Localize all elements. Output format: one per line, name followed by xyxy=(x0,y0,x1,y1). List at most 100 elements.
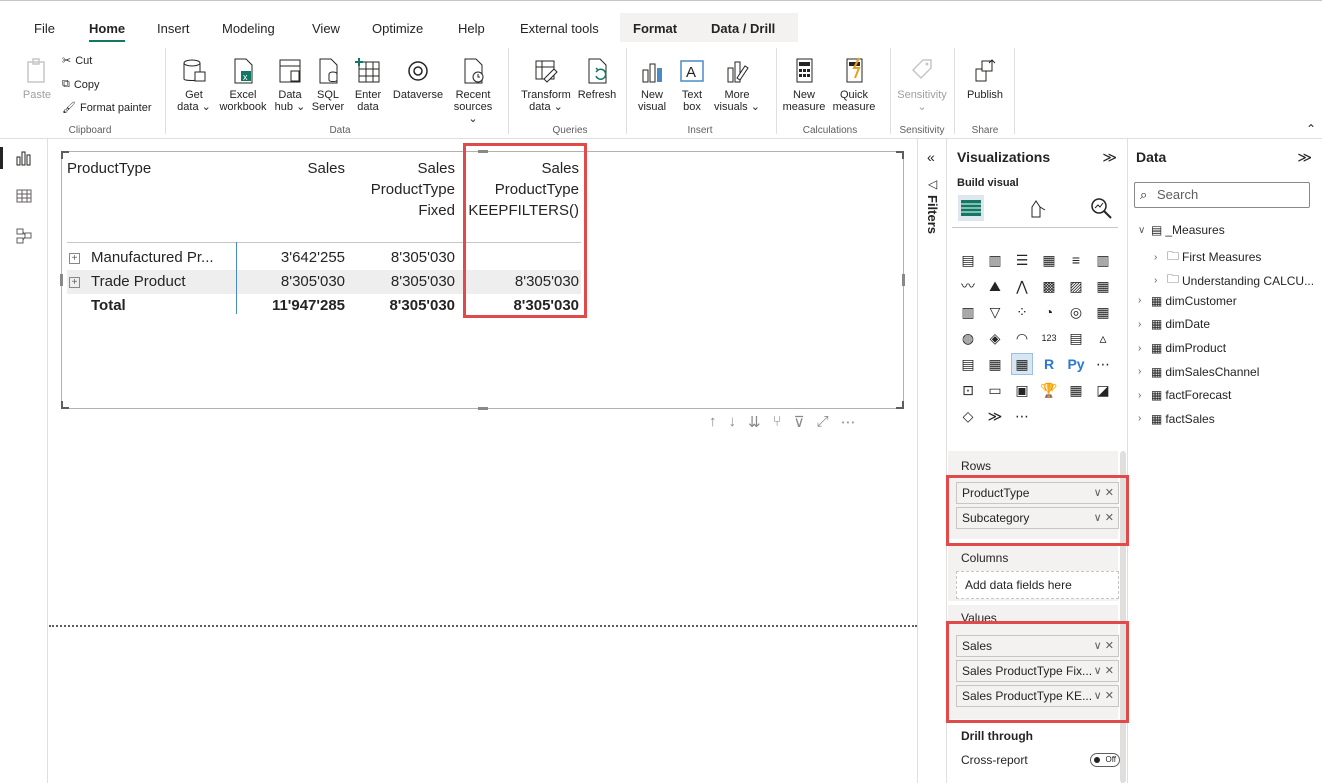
visual-type-icon[interactable]: ▦ xyxy=(1092,301,1114,323)
visual-type-icon[interactable]: 〰 xyxy=(957,275,979,297)
text-box-button[interactable]: A Text box xyxy=(674,56,710,113)
visual-type-icon[interactable]: ▦ xyxy=(1065,379,1087,401)
report-view-icon[interactable] xyxy=(15,149,33,167)
format-visual-icon[interactable] xyxy=(1024,195,1050,221)
tab-format[interactable]: Format xyxy=(633,21,677,36)
recent-sources-button[interactable]: Recent sources ⌄ xyxy=(448,56,498,125)
visual-type-icon[interactable]: ◎ xyxy=(1065,301,1087,323)
expand-icon[interactable]: + xyxy=(69,277,80,288)
chevron-right-icon[interactable]: › xyxy=(1138,295,1148,306)
columns-dropzone[interactable]: Add data fields here xyxy=(956,571,1119,599)
refresh-button[interactable]: Refresh xyxy=(574,56,620,101)
dataverse-button[interactable]: Dataverse xyxy=(388,56,448,101)
visual-type-icon[interactable]: ◪ xyxy=(1092,379,1114,401)
visual-type-icon[interactable]: ▦ xyxy=(1011,353,1033,375)
visual-type-icon[interactable]: ≫ xyxy=(984,405,1006,427)
tab-data-drill[interactable]: Data / Drill xyxy=(711,21,775,36)
visual-type-icon[interactable]: ⋯ xyxy=(1011,405,1033,427)
visual-type-icon[interactable]: ▦ xyxy=(1038,249,1060,271)
visual-type-icon[interactable]: ▥ xyxy=(1092,249,1114,271)
data-tree-item[interactable]: ∨ ▤ _Measures xyxy=(1138,223,1225,237)
row-header-producttype[interactable]: ProductType xyxy=(67,158,151,179)
visual-type-icon[interactable]: ⁘ xyxy=(1011,301,1033,323)
visual-type-icon[interactable]: R xyxy=(1038,353,1060,375)
visual-type-icon[interactable]: ◠ xyxy=(1011,327,1033,349)
visual-type-icon[interactable]: 123 xyxy=(1038,327,1060,349)
new-visual-button[interactable]: New visual xyxy=(634,56,670,113)
visual-type-icon[interactable]: ⛰ xyxy=(984,275,1006,297)
data-tree-item[interactable]: › ▦ dimSalesChannel xyxy=(1138,365,1259,379)
more-visuals-button[interactable]: More visuals ⌄ xyxy=(712,56,762,113)
visual-type-icon[interactable]: ◍ xyxy=(957,327,979,349)
visual-type-icon[interactable]: 🏆 xyxy=(1038,379,1060,401)
next-level-icon[interactable]: ⇊ xyxy=(748,413,761,431)
sql-server-button[interactable]: SQL Server xyxy=(310,56,346,113)
visual-type-icon[interactable]: ☰ xyxy=(1011,249,1033,271)
tab-file[interactable]: File xyxy=(34,21,55,36)
data-tree-item[interactable]: › 🗀 Understanding CALCU... xyxy=(1154,270,1314,291)
visual-type-icon[interactable]: ▵ xyxy=(1092,327,1114,349)
tab-external-tools[interactable]: External tools xyxy=(520,21,599,36)
cut-button[interactable]: ✂ Cut xyxy=(62,54,92,68)
tab-optimize[interactable]: Optimize xyxy=(372,21,423,36)
tab-view[interactable]: View xyxy=(312,21,340,36)
sensitivity-button[interactable]: Sensitivity ⌄ xyxy=(893,56,951,113)
build-visual-mode-icon[interactable] xyxy=(958,195,984,221)
publish-button[interactable]: Publish xyxy=(962,56,1008,101)
expand-icon[interactable]: + xyxy=(69,253,80,264)
format-painter-button[interactable]: 🖌 Format painter xyxy=(62,101,152,115)
focus-mode-icon[interactable]: ⤢ xyxy=(817,413,829,431)
tab-modeling[interactable]: Modeling xyxy=(222,21,275,36)
new-measure-button[interactable]: New measure xyxy=(780,56,828,113)
drill-down-icon[interactable]: ↓ xyxy=(729,413,737,431)
visual-type-icon[interactable]: ▥ xyxy=(984,249,1006,271)
get-data-button[interactable]: Get data ⌄ xyxy=(176,56,212,113)
visual-type-icon[interactable]: ≡ xyxy=(1065,249,1087,271)
visual-type-icon[interactable]: ▨ xyxy=(1065,275,1087,297)
visual-type-icon[interactable]: ◔ xyxy=(1038,301,1060,323)
transform-data-button[interactable]: Transform data ⌄ xyxy=(517,56,575,113)
chevron-right-icon[interactable]: › xyxy=(1138,343,1148,354)
filters-label[interactable]: Filters xyxy=(925,195,940,234)
chevron-right-icon[interactable]: › xyxy=(1154,275,1164,286)
resize-corner[interactable] xyxy=(61,401,69,409)
visual-type-icon[interactable]: ▤ xyxy=(1065,327,1087,349)
chevron-down-icon[interactable]: ∨ xyxy=(1138,225,1148,236)
data-tree-item[interactable]: › 🗀 First Measures xyxy=(1154,247,1261,268)
visual-type-icon[interactable]: ▭ xyxy=(984,379,1006,401)
analytics-icon[interactable] xyxy=(1088,195,1114,221)
enter-data-button[interactable]: Enter data xyxy=(350,56,386,113)
visual-type-icon[interactable]: ◇ xyxy=(957,405,979,427)
column-header-sales-producttype-fixed[interactable]: Sales ProductType Fixed xyxy=(357,158,455,221)
more-options-icon[interactable]: ⋯ xyxy=(841,413,856,431)
resize-handle[interactable] xyxy=(902,274,905,286)
excel-workbook-button[interactable]: x Excel workbook xyxy=(214,56,272,113)
expand-hierarchy-icon[interactable]: ⑂ xyxy=(773,413,782,431)
data-tree-item[interactable]: › ▦ dimCustomer xyxy=(1138,294,1237,308)
collapse-visualizations-icon[interactable]: ≫ xyxy=(1102,149,1117,166)
collapse-ribbon-icon[interactable]: ⌃ xyxy=(1306,122,1316,136)
report-canvas[interactable]: ProductType Sales Sales ProductType Fixe… xyxy=(49,139,917,783)
chevron-right-icon[interactable]: › xyxy=(1138,319,1148,330)
visual-type-icon[interactable]: ◈ xyxy=(984,327,1006,349)
visual-type-icon[interactable]: ▦ xyxy=(984,353,1006,375)
tab-insert[interactable]: Insert xyxy=(157,21,190,36)
chevron-right-icon[interactable]: › xyxy=(1138,390,1148,401)
table-view-icon[interactable] xyxy=(15,187,33,205)
visual-type-icon[interactable]: ▤ xyxy=(957,353,979,375)
tab-help[interactable]: Help xyxy=(458,21,485,36)
model-view-icon[interactable] xyxy=(15,227,33,245)
data-hub-button[interactable]: Data hub ⌄ xyxy=(272,56,308,113)
resize-corner[interactable] xyxy=(896,151,904,159)
chevron-right-icon[interactable]: › xyxy=(1138,413,1148,424)
visual-type-icon[interactable]: ⋯ xyxy=(1092,353,1114,375)
resize-corner[interactable] xyxy=(896,401,904,409)
visual-type-icon[interactable]: ▥ xyxy=(957,301,979,323)
visual-type-icon[interactable]: ⊡ xyxy=(957,379,979,401)
paste-button[interactable]: Paste xyxy=(20,56,54,101)
visual-type-icon[interactable]: ▽ xyxy=(984,301,1006,323)
visual-type-icon[interactable]: ▦ xyxy=(1092,275,1114,297)
filters-pane-collapsed[interactable]: « ◁ Filters xyxy=(917,139,947,783)
filter-icon[interactable]: ⊽ xyxy=(794,413,805,431)
collapse-data-icon[interactable]: ≫ xyxy=(1297,149,1312,166)
